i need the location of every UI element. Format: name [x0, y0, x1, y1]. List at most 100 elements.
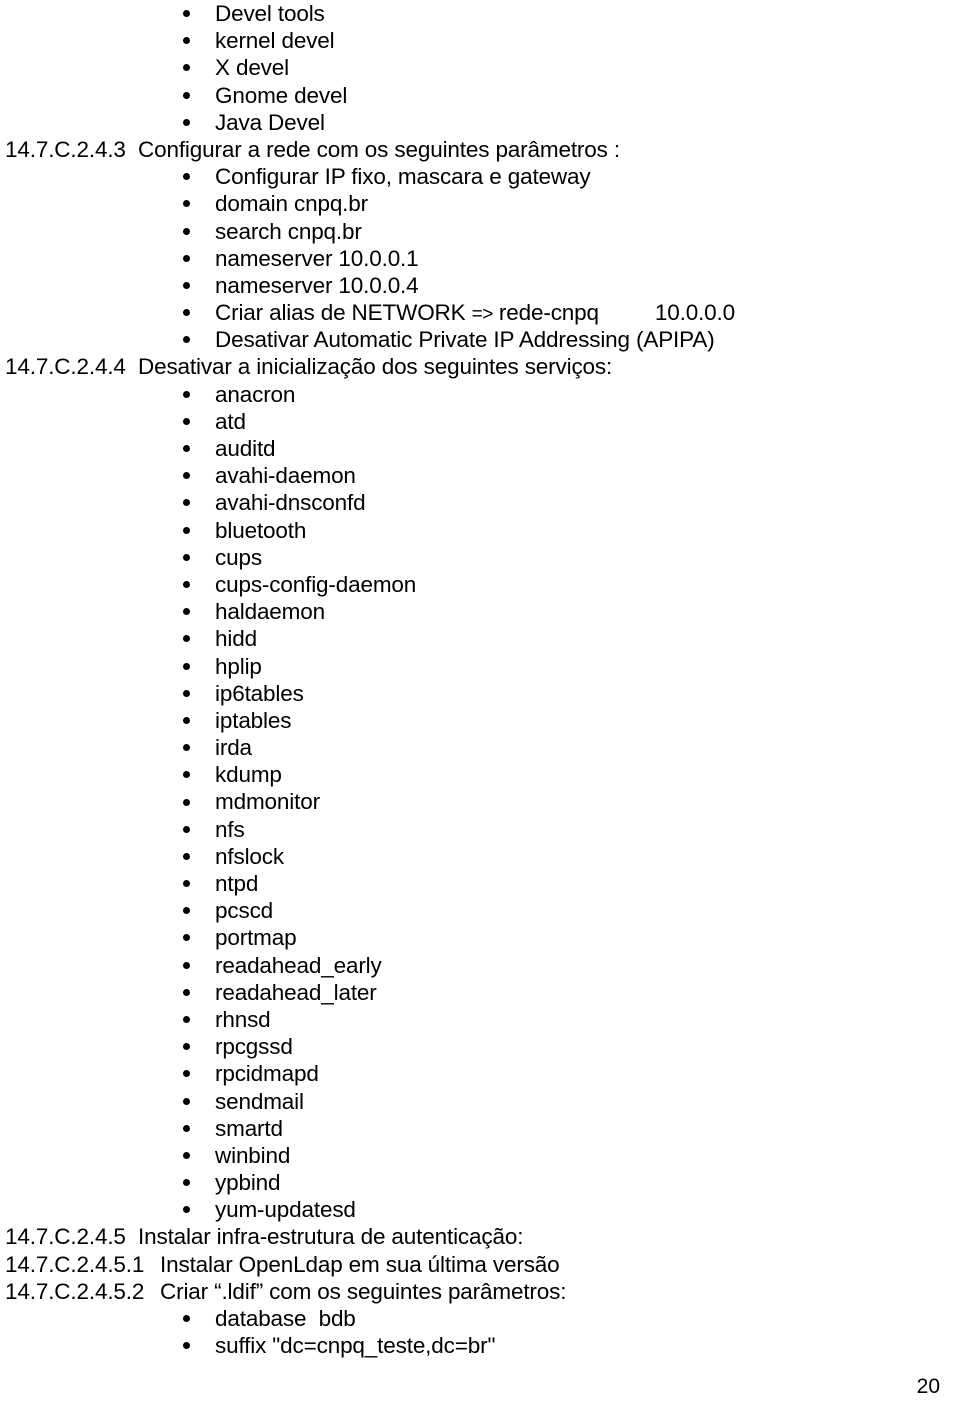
heading-number: 14.7.C.2.4.5: [5, 1224, 126, 1250]
bullet-icon: [183, 472, 190, 480]
heading-number: 14.7.C.2.4.5.1: [5, 1251, 145, 1277]
list-item-label: avahi-dnsconfd: [215, 490, 366, 516]
bullet-icon: [183, 281, 190, 289]
list-item-label: pcscd: [215, 898, 274, 924]
bullet-icon: [183, 635, 190, 643]
page-number: 20: [916, 1375, 940, 1398]
list-item-label: rpcgssd: [215, 1034, 293, 1060]
list-item-label: nameserver 10.0.0.4: [215, 272, 419, 298]
list-item-label: iptables: [215, 707, 292, 733]
list-item-label: kdump: [215, 762, 282, 788]
bullet-icon: [183, 254, 190, 262]
bullet-icon: [183, 662, 190, 670]
list-item-label: domain cnpq.br: [215, 191, 368, 217]
list-item: Gnome devel: [0, 82, 960, 109]
list-item: atd: [0, 408, 960, 435]
list-item: ip6tables: [0, 680, 960, 707]
bullet-icon: [183, 988, 190, 996]
list-item: database bdb: [0, 1305, 960, 1332]
list-item-label: rpcidmapd: [215, 1061, 319, 1087]
heading-number: 14.7.C.2.4.4: [5, 354, 126, 380]
list-item-label: kernel devel: [215, 28, 335, 54]
list-item: portmap: [0, 924, 960, 951]
bullet-icon: [183, 1206, 190, 1214]
list-item-label: database bdb: [215, 1306, 356, 1331]
list-item: yum-updatesd: [0, 1196, 960, 1223]
list-item-label: Devel tools: [215, 1, 325, 26]
document-content: Devel tools kernel devel X devel Gnome deve…: [0, 0, 960, 1359]
list-item: winbind: [0, 1142, 960, 1169]
list-item-label: smartd: [215, 1115, 283, 1141]
bullet-icon: [183, 336, 190, 344]
list-item: anacron: [0, 381, 960, 408]
bullet-icon: [183, 1016, 190, 1024]
numbered-heading: 14.7.C.2.4.5 Instalar infra-estrutura de …: [0, 1223, 960, 1250]
numbered-heading: 14.7.C.2.4.3 Configurar a rede com os seg…: [0, 136, 960, 163]
bullet-icon: [183, 961, 190, 969]
list-item-label: ip6tables: [215, 680, 304, 706]
list-item: readahead_later: [0, 979, 960, 1006]
list-item-label: sendmail: [215, 1088, 304, 1114]
list-item: iptables: [0, 707, 960, 734]
list-item: nfs: [0, 816, 960, 843]
list-item: kdump: [0, 761, 960, 788]
bullet-icon: [183, 771, 190, 779]
bullet-icon: [183, 200, 190, 208]
list-item-label: readahead_early: [215, 952, 382, 978]
bullet-icon: [183, 689, 190, 697]
list-item: suffix "dc=cnpq_teste,dc=br": [0, 1332, 960, 1359]
list-item-label: irda: [215, 735, 252, 761]
bullet-icon: [183, 1124, 190, 1132]
list-item-label: yum-updatesd: [215, 1197, 356, 1223]
list-item: rhnsd: [0, 1006, 960, 1033]
list-item-label: ypbind: [215, 1170, 281, 1196]
list-item: ypbind: [0, 1169, 960, 1196]
bullet-icon: [183, 1151, 190, 1159]
bullet-icon: [183, 934, 190, 942]
list-item-label: cups: [215, 544, 262, 570]
list-item-label: search cnpq.br: [215, 218, 362, 244]
list-item: readahead_early: [0, 952, 960, 979]
list-item-label: suffix "dc=cnpq_teste,dc=br": [215, 1333, 496, 1359]
bullet-icon: [183, 880, 190, 888]
bullet-icon: [183, 390, 190, 398]
list-item: nameserver 10.0.0.4: [0, 272, 960, 299]
bullet-icon: [183, 1097, 190, 1105]
heading-text: Desativar a inicialização dos seguintes …: [138, 354, 613, 380]
heading-text: Instalar OpenLdap em sua última versão: [160, 1251, 560, 1277]
list-item: X devel: [0, 54, 960, 81]
bullet-icon: [183, 10, 190, 18]
bullet-icon: [183, 417, 190, 425]
list-item-label: ntpd: [215, 871, 259, 896]
list-item-label: anacron: [215, 381, 296, 407]
list-item: cups: [0, 544, 960, 571]
bullet-icon: [183, 907, 190, 915]
list-item: avahi-daemon: [0, 462, 960, 489]
list-item: search cnpq.br: [0, 218, 960, 245]
list-item: sendmail: [0, 1088, 960, 1115]
list-item: cups-config-daemon: [0, 571, 960, 598]
alias-value: 10.0.0.0: [654, 300, 736, 326]
list-item: hidd: [0, 625, 960, 652]
list-item-label: X devel: [215, 55, 289, 81]
bullet-icon: [183, 852, 190, 860]
list-item: hplip: [0, 653, 960, 680]
bullet-icon: [183, 1342, 190, 1350]
heading-number: 14.7.C.2.4.3: [5, 136, 126, 162]
bullet-icon: [183, 64, 190, 72]
heading-text: Configurar a rede com os seguintes parâm…: [138, 136, 620, 162]
bullet-icon: [183, 608, 190, 616]
list-item-label: portmap: [215, 925, 297, 951]
list-item-label: Gnome devel: [215, 82, 348, 108]
list-item: ntpd: [0, 870, 960, 897]
list-item-label: mdmonitor: [215, 789, 320, 815]
bullet-icon: [183, 1043, 190, 1051]
list-item-label: bluetooth: [215, 517, 307, 543]
list-item: pcscd: [0, 897, 960, 924]
list-item-label: nfs: [215, 816, 245, 842]
numbered-heading: 14.7.C.2.4.4 Desativar a inicialização do…: [0, 353, 960, 380]
bullet-icon: [183, 91, 190, 99]
list-item: irda: [0, 734, 960, 761]
alias-label: Criar alias de NETWORK: [215, 300, 472, 326]
bullet-icon: [183, 227, 190, 235]
